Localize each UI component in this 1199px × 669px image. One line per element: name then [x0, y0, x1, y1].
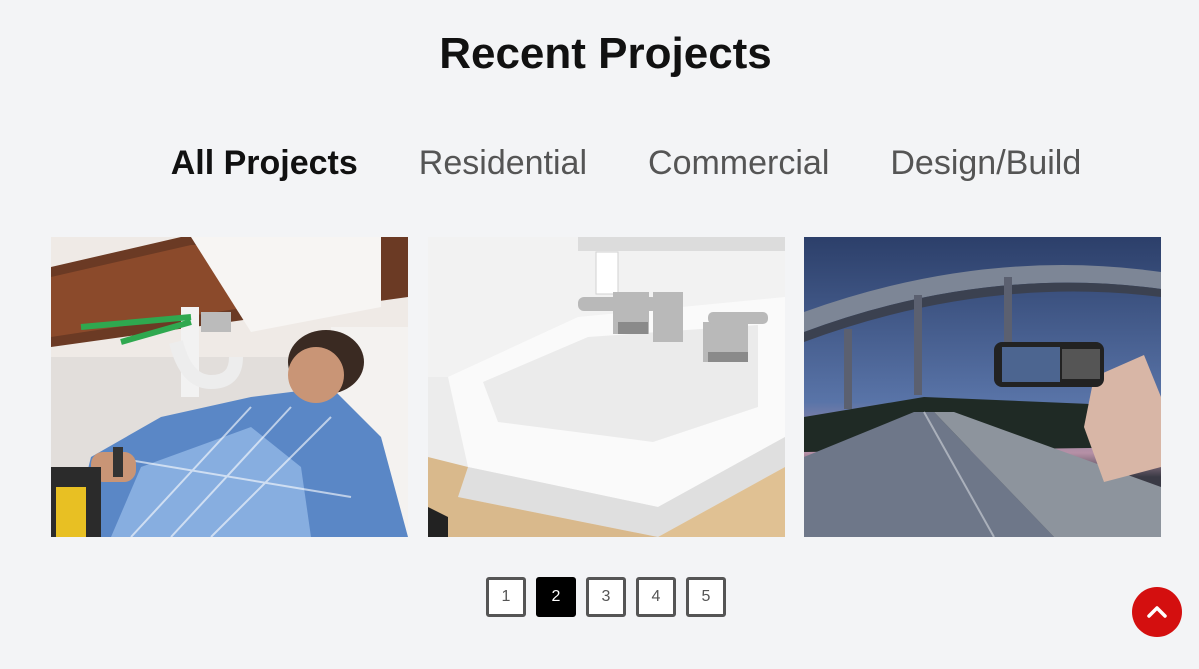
page-button-3[interactable]: 3 [586, 577, 626, 617]
project-card-plumber[interactable] [51, 237, 408, 537]
bathroom-sink-image [428, 237, 785, 537]
back-to-top-button[interactable] [1132, 587, 1182, 637]
tab-all-projects[interactable]: All Projects [171, 140, 358, 186]
section-title: Recent Projects [439, 29, 772, 78]
pagination: 1 2 3 4 5 [486, 577, 726, 617]
page-button-1[interactable]: 1 [486, 577, 526, 617]
tab-commercial[interactable]: Commercial [648, 140, 829, 186]
page-button-5[interactable]: 5 [686, 577, 726, 617]
tab-residential[interactable]: Residential [419, 140, 587, 186]
project-card-overpass[interactable] [804, 237, 1161, 537]
tab-design-build[interactable]: Design/Build [890, 140, 1081, 186]
page-button-4[interactable]: 4 [636, 577, 676, 617]
project-grid [51, 237, 1161, 537]
project-filter-tabs: All Projects Residential Commercial Desi… [0, 140, 1199, 186]
chevron-up-icon [1147, 606, 1167, 618]
overpass-photo-image [804, 237, 1161, 537]
page-button-2[interactable]: 2 [536, 577, 576, 617]
project-card-bathroom-sink[interactable] [428, 237, 785, 537]
plumber-image [51, 237, 408, 537]
